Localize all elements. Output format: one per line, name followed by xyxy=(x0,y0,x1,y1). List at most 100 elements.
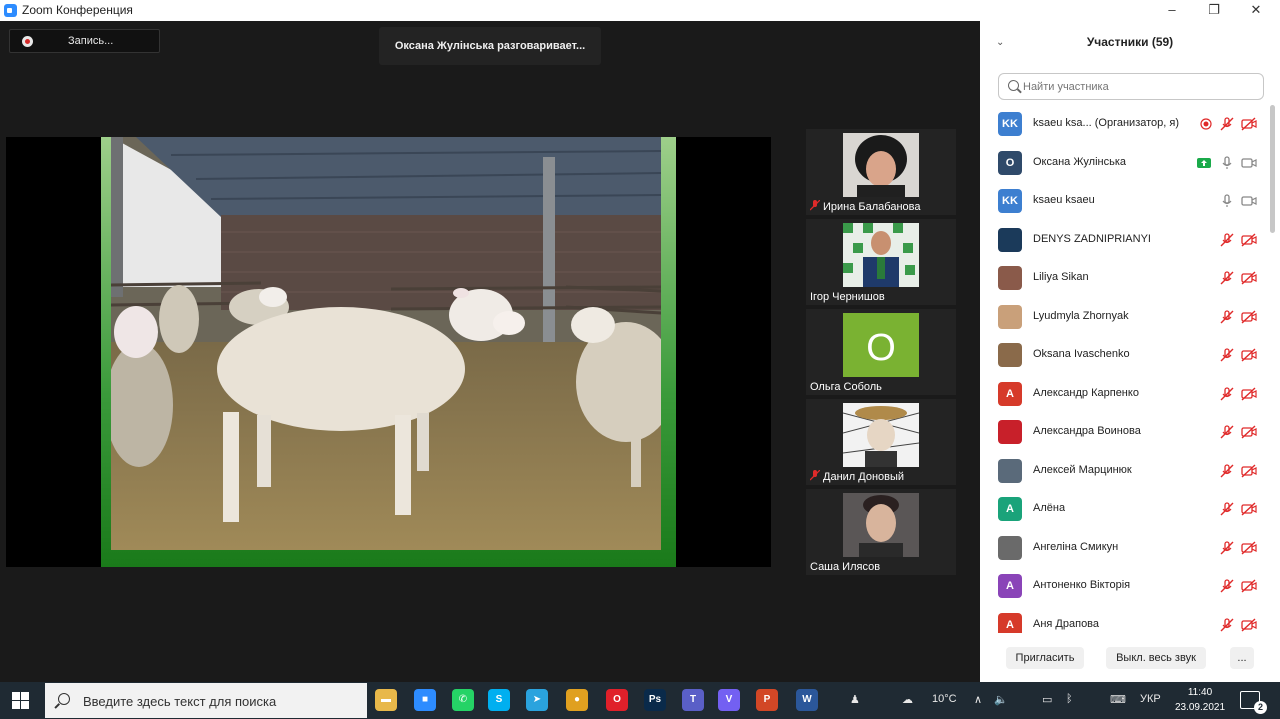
taskbar-clock[interactable]: 11:40 23.09.2021 xyxy=(1170,685,1230,715)
mic-muted-icon[interactable] xyxy=(1219,617,1235,633)
participant-row[interactable]: Алексей Марцинюк xyxy=(980,452,1266,491)
clock-time: 11:40 xyxy=(1187,687,1213,698)
microphone-icon[interactable] xyxy=(1219,193,1235,209)
video-off-icon[interactable] xyxy=(1241,232,1257,248)
participant-name: ksaeu ksaeu xyxy=(1033,194,1095,206)
participant-name: Liliya Sikan xyxy=(1033,271,1089,283)
notifications-icon[interactable]: 2 xyxy=(1240,691,1267,714)
teams-icon[interactable]: T xyxy=(682,689,704,711)
search-icon xyxy=(1008,80,1019,91)
telegram-icon[interactable]: ➤ xyxy=(526,689,548,711)
mic-muted-icon[interactable] xyxy=(1219,232,1235,248)
viber-icon[interactable]: V xyxy=(718,689,740,711)
participant-avatar xyxy=(998,458,1022,483)
close-button[interactable]: ✕ xyxy=(1236,1,1276,19)
participant-row[interactable]: А Антоненко Вікторія xyxy=(980,567,1266,606)
recording-icon xyxy=(1198,116,1214,132)
sheep-barn-image xyxy=(111,137,661,550)
participant-row[interactable]: Lyudmyla Zhornyak xyxy=(980,298,1266,337)
mic-muted-icon[interactable] xyxy=(1219,578,1235,594)
video-tile-danil[interactable]: Данил Доновый xyxy=(806,399,956,485)
video-camera-icon[interactable] xyxy=(1241,193,1257,209)
mic-muted-icon[interactable] xyxy=(1219,463,1235,479)
participant-name: Данил Доновый xyxy=(809,469,904,483)
taskbar-search[interactable]: Введите здесь текст для поиска xyxy=(45,683,367,718)
language-indicator[interactable]: УКР xyxy=(1140,693,1161,705)
video-off-icon[interactable] xyxy=(1241,617,1257,633)
participant-row[interactable]: KK ksaeu ksa... (Организатор, я) xyxy=(980,105,1266,144)
file-explorer-icon[interactable]: ▬ xyxy=(375,689,397,711)
network-icon[interactable]: ▭ xyxy=(1042,693,1052,706)
video-tile-olga[interactable]: О Ольга Соболь xyxy=(806,309,956,395)
video-tile-igor[interactable]: Ігор Чернишов xyxy=(806,219,956,305)
video-off-icon[interactable] xyxy=(1241,501,1257,517)
volume-icon[interactable]: 🔈 xyxy=(994,693,1008,706)
opera-icon[interactable]: O xyxy=(606,689,628,711)
mic-muted-icon[interactable] xyxy=(1219,540,1235,556)
participant-row[interactable]: Liliya Sikan xyxy=(980,259,1266,298)
participant-row[interactable]: Александра Воинова xyxy=(980,413,1266,452)
participant-row[interactable]: Ангеліна Смикун xyxy=(980,529,1266,568)
video-tile-sasha[interactable]: Саша Илясов xyxy=(806,489,956,575)
skype-icon[interactable]: S xyxy=(488,689,510,711)
video-off-icon[interactable] xyxy=(1241,386,1257,402)
video-off-icon[interactable] xyxy=(1241,578,1257,594)
participant-avatar: А xyxy=(998,381,1022,406)
weather-cloud-icon[interactable]: ☁ xyxy=(902,693,913,706)
people-icon[interactable]: ♟ xyxy=(850,693,860,706)
video-off-icon[interactable] xyxy=(1241,270,1257,286)
video-off-icon[interactable] xyxy=(1241,116,1257,132)
screen-share-view[interactable] xyxy=(6,137,771,567)
whatsapp-icon[interactable]: ✆ xyxy=(452,689,474,711)
bluetooth-icon[interactable]: ᛒ xyxy=(1066,693,1073,705)
video-off-icon[interactable] xyxy=(1241,309,1257,325)
mic-muted-icon[interactable] xyxy=(1219,309,1235,325)
participant-name: Антоненко Вікторія xyxy=(1033,579,1131,591)
mic-muted-icon[interactable] xyxy=(1219,347,1235,363)
participant-row[interactable]: А Аня Драпова xyxy=(980,606,1266,633)
zoom-icon[interactable]: ■ xyxy=(414,689,436,711)
mic-muted-icon[interactable] xyxy=(1219,270,1235,286)
video-off-icon[interactable] xyxy=(1241,540,1257,556)
chevron-up-icon[interactable]: ∧ xyxy=(974,693,982,706)
notification-count: 2 xyxy=(1254,701,1267,714)
more-options-button[interactable]: ... xyxy=(1230,647,1254,669)
video-tile-irina[interactable]: Ирина Балабанова xyxy=(806,129,956,215)
mic-muted-icon[interactable] xyxy=(1219,501,1235,517)
minimize-button[interactable]: – xyxy=(1152,1,1192,19)
mic-muted-icon[interactable] xyxy=(1219,116,1235,132)
powerpoint-icon[interactable]: P xyxy=(756,689,778,711)
windows-start-icon[interactable] xyxy=(12,692,29,709)
mic-muted-icon[interactable] xyxy=(1219,386,1235,402)
participant-row[interactable]: DENYS ZADNIPRIANYI xyxy=(980,221,1266,260)
weather-temperature[interactable]: 10°C xyxy=(932,693,957,705)
recording-indicator[interactable]: Запись... xyxy=(9,29,160,53)
participant-search[interactable] xyxy=(998,73,1264,100)
video-off-icon[interactable] xyxy=(1241,347,1257,363)
participants-scrollbar[interactable] xyxy=(1270,105,1275,633)
participant-row[interactable]: А Алёна xyxy=(980,490,1266,529)
scrollbar-thumb[interactable] xyxy=(1270,105,1275,233)
video-camera-icon[interactable] xyxy=(1241,155,1257,171)
photoshop-icon[interactable]: Ps xyxy=(644,689,666,711)
participant-row[interactable]: Oksana Ivaschenko xyxy=(980,336,1266,375)
participant-row[interactable]: O Оксана Жулінська xyxy=(980,144,1266,183)
zoom-app-icon xyxy=(4,4,17,17)
word-icon[interactable]: W xyxy=(796,689,818,711)
sheep-photo xyxy=(111,137,661,550)
invite-button[interactable]: Пригласить xyxy=(1006,647,1084,669)
mic-muted-icon[interactable] xyxy=(1219,424,1235,440)
keyboard-icon[interactable]: ⌨ xyxy=(1110,693,1126,706)
chrome-icon[interactable]: ● xyxy=(566,689,588,711)
participant-row[interactable]: А Александр Карпенко xyxy=(980,375,1266,414)
video-off-icon[interactable] xyxy=(1241,463,1257,479)
participant-search-input[interactable] xyxy=(1023,78,1253,96)
clock-date: 23.09.2021 xyxy=(1174,702,1226,713)
video-off-icon[interactable] xyxy=(1241,424,1257,440)
microphone-icon[interactable] xyxy=(1219,155,1235,171)
window-titlebar: Zoom Конференция – ❐ ✕ xyxy=(0,0,1280,21)
maximize-button[interactable]: ❐ xyxy=(1194,1,1234,19)
meeting-area: Запись... Оксана Жулінська разговаривает… xyxy=(0,21,980,682)
participant-row[interactable]: KK ksaeu ksaeu xyxy=(980,182,1266,221)
mute-all-button[interactable]: Выкл. весь звук xyxy=(1106,647,1206,669)
